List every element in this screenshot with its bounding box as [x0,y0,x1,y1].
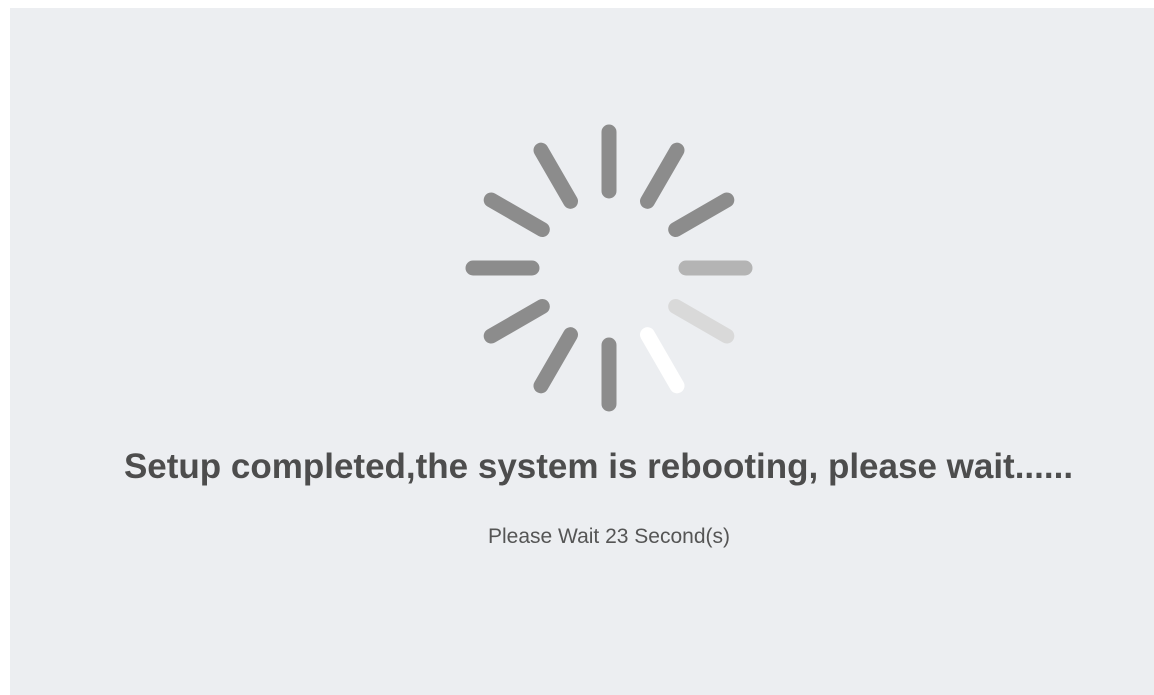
spinner-spoke [640,142,685,209]
spinner-spoke [640,327,685,394]
spinner-spoke [668,299,735,344]
loading-spinner-icon [464,123,754,413]
spinner-spoke [533,327,578,394]
spinner-spoke [483,299,550,344]
spinner-spoke [533,142,578,209]
countdown-text: Please Wait 23 Second(s) [487,525,730,548]
reboot-status-message: Setup completed,the system is rebooting,… [123,447,1074,486]
spinner-spoke [483,192,550,237]
spinner-spoke [668,192,735,237]
